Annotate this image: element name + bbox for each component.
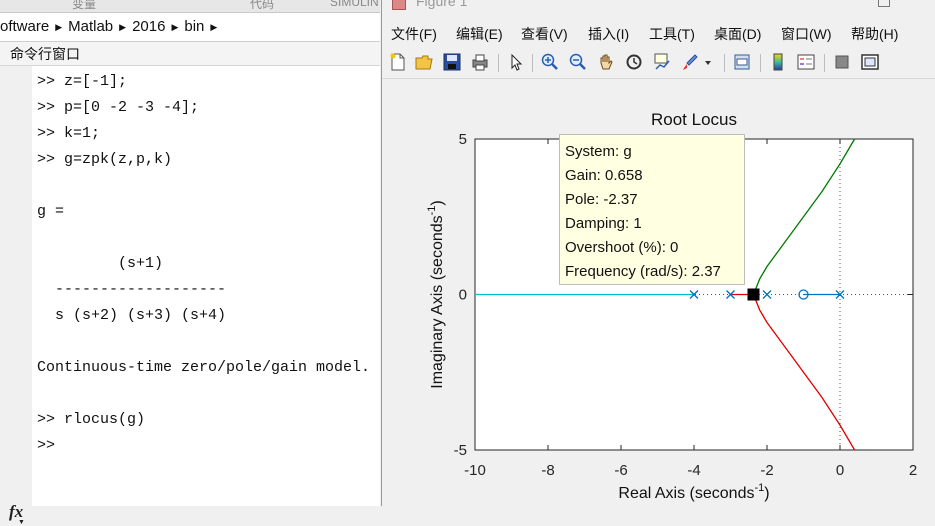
datatip-pole: Pole: -2.37 <box>565 191 638 208</box>
datatip-anchor-marker <box>747 288 760 301</box>
x-tick-label: -10 <box>464 462 486 479</box>
x-tick-label: -6 <box>614 462 627 479</box>
datatip-gain: Gain: 0.658 <box>565 167 643 184</box>
x-tick-label: -4 <box>687 462 700 479</box>
x-tick-label: 0 <box>836 462 844 479</box>
y-axis-label: Imaginary Axis (seconds-1) <box>426 200 446 389</box>
datatip-frequency: Frequency (rad/s): 2.37 <box>565 263 721 280</box>
x-axis-label: Real Axis (seconds-1) <box>618 482 769 502</box>
datatip-system: System: g <box>565 143 632 160</box>
y-tick-label: 5 <box>459 131 467 148</box>
x-tick-label: -2 <box>760 462 773 479</box>
root-locus-chart[interactable]: -10 -8 -6 -4 -2 0 2 -5 0 5 Root Locus Real Axis (se… <box>0 0 935 506</box>
chevron-down-icon: ▼ <box>18 518 25 526</box>
datatip-damping: Damping: 1 <box>565 215 642 232</box>
data-tip[interactable]: System: g Gain: 0.658 Pole: -2.37 Dampin… <box>559 134 745 285</box>
datatip-overshoot: Overshoot (%): 0 <box>565 239 679 256</box>
chart-title: Root Locus <box>651 110 737 129</box>
y-tick-label: 0 <box>459 287 467 304</box>
x-tick-label: 2 <box>909 462 917 479</box>
y-tick-label: -5 <box>454 442 467 459</box>
x-tick-label: -8 <box>541 462 554 479</box>
